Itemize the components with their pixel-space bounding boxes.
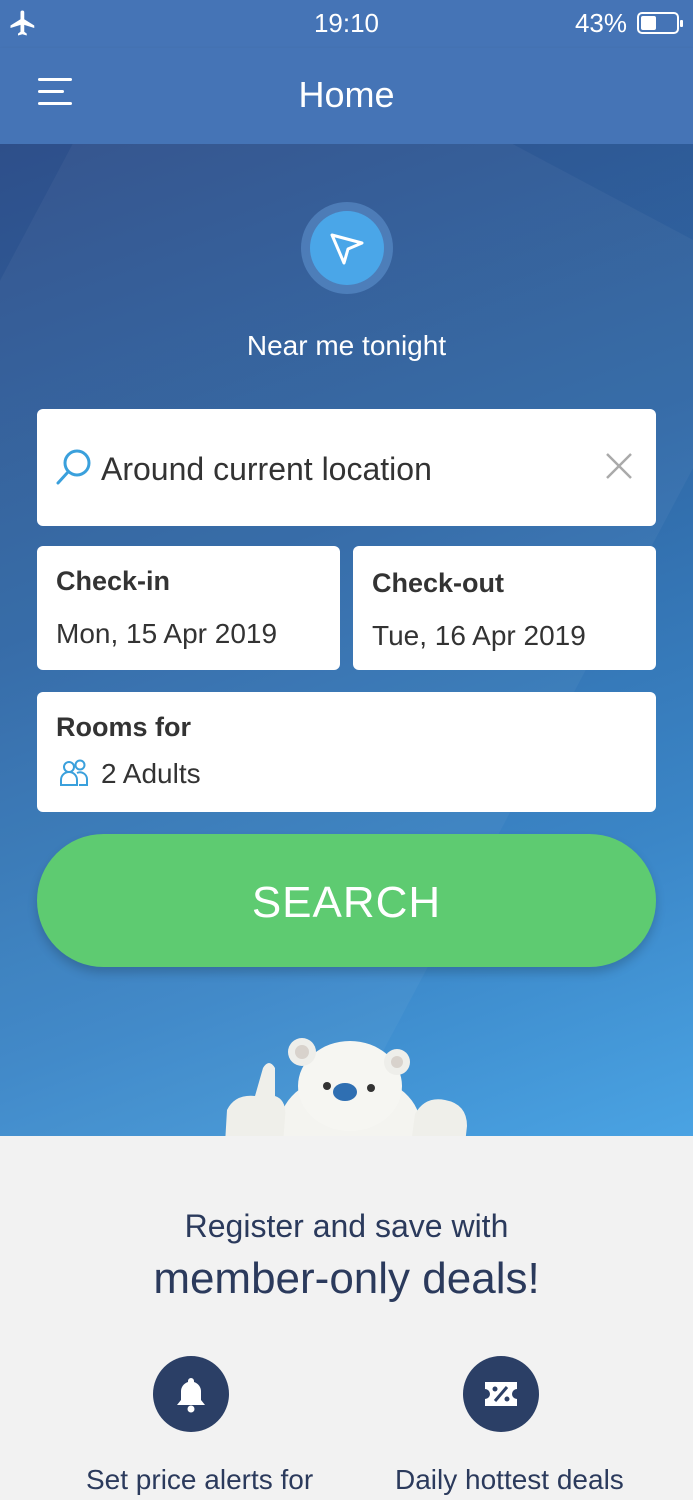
checkin-date: Mon, 15 Apr 2019 (56, 618, 278, 649)
rooms-field[interactable]: Rooms for 2 Adults (37, 692, 656, 812)
checkin-label: Check-in (56, 566, 171, 596)
clear-icon[interactable] (604, 451, 634, 481)
polar-bear-mascot (225, 1038, 467, 1136)
checkin-field[interactable]: Check-in Mon, 15 Apr 2019 (37, 546, 340, 670)
battery-fill (641, 16, 656, 30)
search-icon (56, 449, 91, 485)
discount-ticket-icon (463, 1356, 539, 1432)
page-title: Home (298, 74, 395, 115)
rooms-label: Rooms for (56, 712, 191, 742)
location-search-field[interactable]: Around current location (37, 409, 656, 526)
guests-value: 2 Adults (101, 758, 201, 789)
checkout-label: Check-out (372, 568, 505, 598)
promo-line1: Register and save with (184, 1208, 509, 1244)
bell-icon (153, 1356, 229, 1432)
checkout-date: Tue, 16 Apr 2019 (372, 620, 586, 651)
near-me-button[interactable] (301, 202, 393, 294)
search-panel: Near me tonight Around current location … (0, 144, 693, 1136)
feature-label-hottest-deals: Daily hottest deals (395, 1464, 624, 1495)
near-me-label: Near me tonight (246, 330, 447, 361)
status-bar: 19:10 43% (0, 0, 693, 48)
guests-icon (60, 759, 88, 786)
location-value: Around current location (101, 451, 432, 487)
nav-bar: Home (0, 48, 693, 144)
battery-percent: 43% (574, 8, 627, 38)
promo-section: Register and save with member-only deals… (0, 1136, 693, 1500)
checkout-field[interactable]: Check-out Tue, 16 Apr 2019 (353, 546, 656, 670)
location-arrow-icon (330, 233, 364, 265)
battery-icon (637, 12, 683, 34)
feature-label-price-alerts: Set price alerts for (86, 1464, 314, 1495)
search-button[interactable]: SEARCH (37, 834, 656, 967)
search-button-label: SEARCH (251, 878, 442, 927)
promo-line2: member-only deals! (153, 1254, 540, 1303)
